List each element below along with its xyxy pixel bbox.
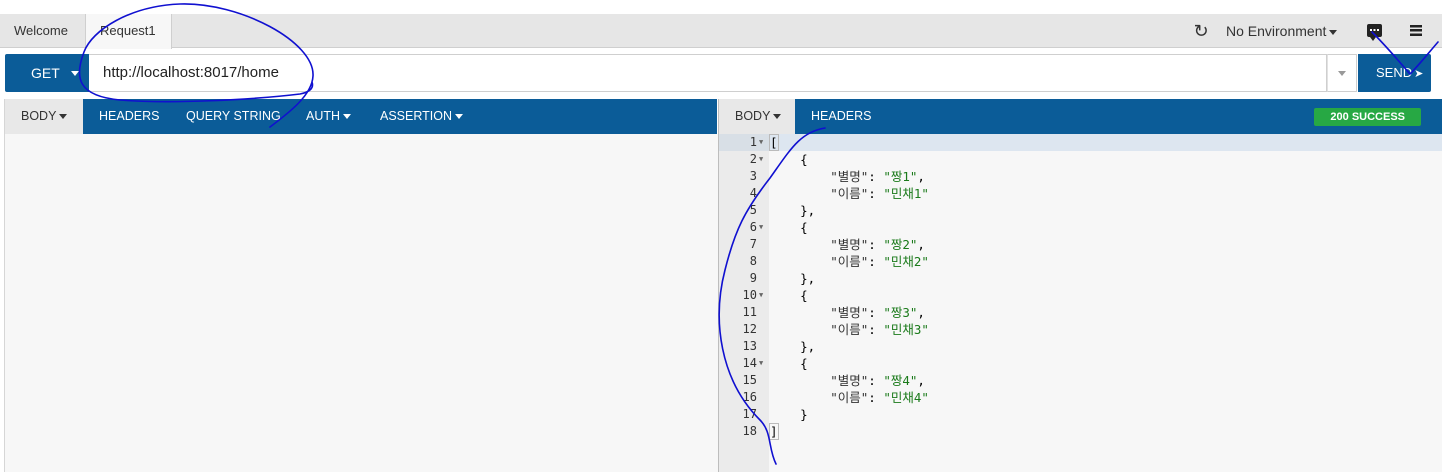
line-number: 1 — [749, 135, 757, 149]
code-text: { — [770, 152, 808, 167]
line-number: 16 — [742, 390, 757, 404]
fold-toggle-icon[interactable]: ▼ — [759, 219, 763, 236]
code-text: "별명": "짱3", — [830, 305, 925, 320]
line-number: 7 — [749, 237, 757, 251]
code-line: 13 }, — [719, 338, 1442, 355]
response-panel: BODY HEADERS 200 SUCCESS 1 ▼[2 ▼ {3 "별명": … — [718, 99, 1442, 472]
hamburger-menu-icon[interactable] — [1410, 25, 1422, 36]
code-text: { — [770, 356, 808, 371]
line-number: 4 — [749, 186, 757, 200]
code-text: [ — [769, 134, 779, 151]
chat-icon[interactable] — [1367, 24, 1382, 41]
code-line: 2 ▼ { — [719, 151, 1442, 168]
response-body-editor[interactable]: 1 ▼[2 ▼ {3 "별명": "짱1", 4 "이름": "민채1" 5 }, 6 ▼ … — [719, 134, 1442, 472]
line-number: 10 — [742, 288, 757, 302]
code-line: 16 "이름": "민채4" — [719, 389, 1442, 406]
code-line: 11 "별명": "짱3", — [719, 304, 1442, 321]
code-line: 4 "이름": "민채1" — [719, 185, 1442, 202]
fold-toggle-icon[interactable]: ▼ — [759, 151, 763, 168]
code-line: 12 "이름": "민채3" — [719, 321, 1442, 338]
line-number: 12 — [742, 322, 757, 336]
line-number: 9 — [749, 271, 757, 285]
url-input[interactable]: http://localhost:8017/home — [89, 54, 1327, 92]
request-tabs: BODY HEADERS QUERY STRING AUTH ASSERTION — [5, 99, 717, 134]
code-text: "이름": "민채1" — [830, 186, 929, 201]
send-arrow-icon: ➤ — [1414, 68, 1424, 80]
line-number: 8 — [749, 254, 757, 268]
code-line: 3 "별명": "짱1", — [719, 168, 1442, 185]
code-text: }, — [770, 339, 816, 354]
code-text: { — [770, 288, 808, 303]
code-text: "별명": "짱2", — [830, 237, 925, 252]
code-line: 1 ▼ [ — [719, 134, 1442, 151]
code-text: }, — [770, 271, 816, 286]
chevron-down-icon — [773, 114, 782, 120]
line-number: 6 — [749, 220, 757, 234]
request-body-editor[interactable] — [5, 134, 718, 472]
line-number: 18 — [742, 424, 757, 438]
chevron-down-icon — [71, 71, 79, 76]
code-line: 9 }, — [719, 270, 1442, 287]
environment-select[interactable]: No Environment — [1226, 14, 1338, 48]
code-line: 5 }, — [719, 202, 1442, 219]
line-number: 15 — [742, 373, 757, 387]
tab-response-body[interactable]: BODY — [719, 99, 795, 134]
request-line: GET http://localhost:8017/home SEND ➤ — [5, 54, 1431, 92]
tab-assertion[interactable]: ASSERTION — [364, 99, 479, 134]
code-line: 17 } — [719, 406, 1442, 423]
line-number: 2 — [749, 152, 757, 166]
tab-bar: Welcome Request1 ↻ No Environment — [0, 14, 1442, 49]
tab-query-string[interactable]: QUERY STRING — [170, 99, 297, 134]
top-spacer — [0, 0, 1442, 14]
fold-toggle-icon[interactable]: ▼ — [759, 355, 763, 372]
code-text: } — [770, 407, 808, 422]
status-badge: 200 SUCCESS — [1314, 108, 1421, 126]
code-line: 18] — [719, 423, 1442, 440]
line-number: 5 — [749, 203, 757, 217]
code-line: 10 ▼ { — [719, 287, 1442, 304]
code-text: { — [770, 220, 808, 235]
code-text: "이름": "민채3" — [830, 322, 929, 337]
fold-toggle-icon[interactable]: ▼ — [759, 287, 763, 304]
code-text: "이름": "민채2" — [830, 254, 929, 269]
tab-response-headers[interactable]: HEADERS — [795, 99, 887, 134]
chevron-down-icon — [343, 114, 352, 120]
line-number: 3 — [749, 169, 757, 183]
line-number: 17 — [742, 407, 757, 421]
url-history-dropdown[interactable] — [1327, 54, 1357, 92]
chevron-down-icon — [1329, 29, 1338, 35]
fold-toggle-icon[interactable]: ▼ — [759, 134, 763, 151]
code-line: 8 "이름": "민채2" — [719, 253, 1442, 270]
code-line: 14 ▼ { — [719, 355, 1442, 372]
code-line: 15 "별명": "짱4", — [719, 372, 1442, 389]
chevron-down-icon — [1338, 71, 1346, 76]
method-select[interactable]: GET — [5, 54, 89, 92]
line-number: 13 — [742, 339, 757, 353]
chevron-down-icon — [59, 114, 68, 120]
code-text: "별명": "짱4", — [830, 373, 925, 388]
send-button[interactable]: SEND ➤ — [1358, 54, 1431, 92]
request-panel: BODY HEADERS QUERY STRING AUTH ASSERTION — [4, 99, 718, 472]
tab-request-body[interactable]: BODY — [5, 99, 83, 134]
refresh-icon[interactable]: ↻ — [1190, 14, 1212, 48]
code-line: 7 "별명": "짱2", — [719, 236, 1442, 253]
tab-request1[interactable]: Request1 — [86, 14, 172, 49]
code-text: "별명": "짱1", — [830, 169, 925, 184]
code-line: 6 ▼ { — [719, 219, 1442, 236]
code-text: ] — [769, 423, 779, 440]
response-tabs: BODY HEADERS 200 SUCCESS — [719, 99, 1442, 134]
tab-auth[interactable]: AUTH — [290, 99, 367, 134]
code-text: "이름": "민채4" — [830, 390, 929, 405]
line-number: 11 — [742, 305, 757, 319]
method-label: GET — [31, 65, 60, 81]
tab-welcome[interactable]: Welcome — [0, 14, 86, 48]
line-number: 14 — [742, 356, 757, 370]
code-text: }, — [770, 203, 816, 218]
environment-label: No Environment — [1226, 23, 1327, 39]
send-label: SEND — [1376, 65, 1413, 80]
chevron-down-icon — [455, 114, 464, 120]
tab-request-headers[interactable]: HEADERS — [83, 99, 175, 134]
